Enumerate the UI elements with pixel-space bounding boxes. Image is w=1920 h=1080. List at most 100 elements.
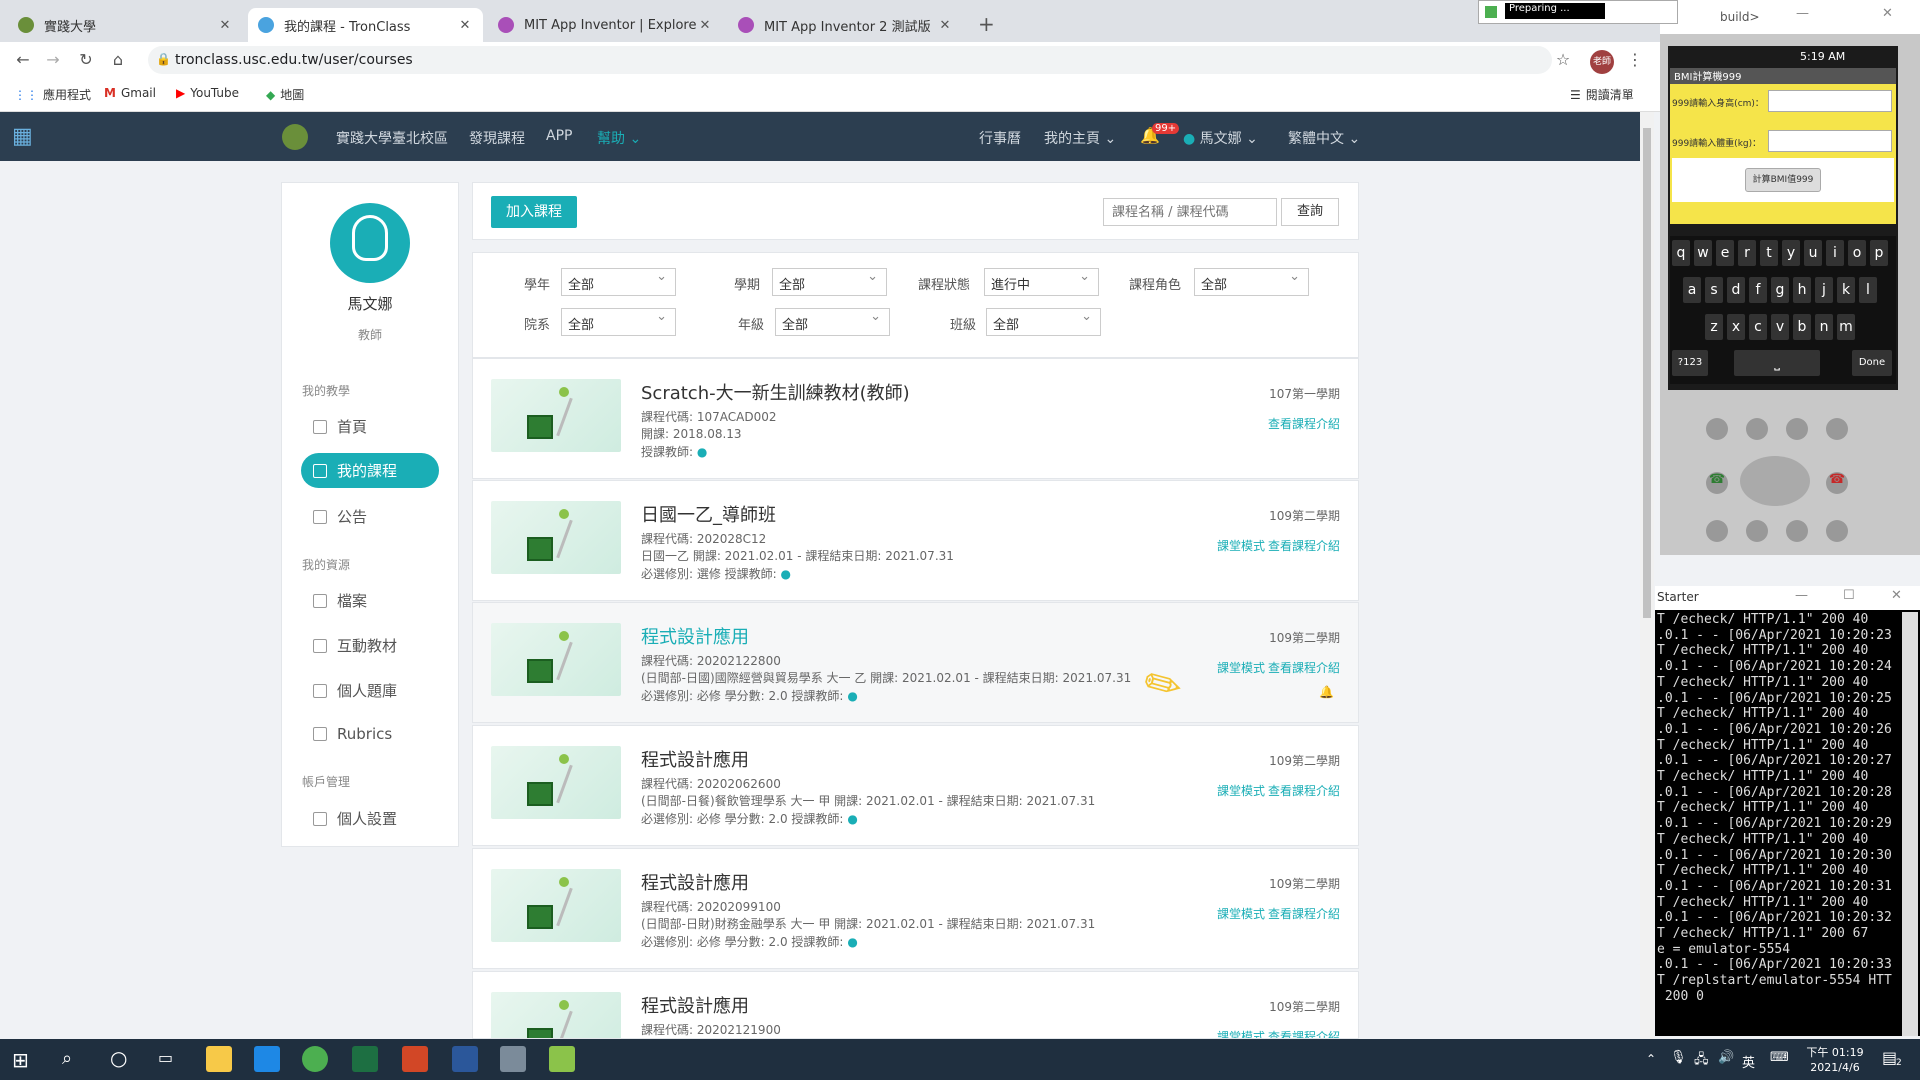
close-tab-icon[interactable]: ✕ bbox=[937, 18, 953, 33]
tray-chevron-icon[interactable]: ⌃ bbox=[1646, 1052, 1656, 1066]
key-a[interactable]: a bbox=[1683, 277, 1701, 303]
nav-user[interactable]: ● 馬文娜 ⌄ bbox=[1183, 128, 1258, 148]
power-icon[interactable] bbox=[1826, 418, 1848, 440]
volume-up-icon[interactable] bbox=[1786, 418, 1808, 440]
phone-search-icon[interactable] bbox=[1826, 520, 1848, 542]
browser-tab[interactable]: 實踐大學 ✕ bbox=[8, 8, 243, 42]
minimize-icon[interactable]: — bbox=[1795, 588, 1808, 603]
volume-icon[interactable]: 🔊 bbox=[1718, 1050, 1734, 1065]
key-t[interactable]: t bbox=[1760, 240, 1778, 266]
word-icon[interactable] bbox=[452, 1046, 478, 1072]
course-card[interactable]: Scratch-大一新生訓練教材(教師) 課程代碼: 107ACAD002 開課… bbox=[472, 358, 1359, 479]
calculate-bmi-button[interactable]: 計算BMI值999 bbox=[1745, 168, 1821, 192]
status-select[interactable]: 進行中 bbox=[984, 268, 1099, 296]
bookmark-youtube[interactable]: ▶ YouTube bbox=[176, 86, 239, 100]
course-intro-link[interactable]: 查看課程介紹 bbox=[1268, 415, 1340, 432]
course-card[interactable]: 日國一乙_導師班 課程代碼: 202028C12 日國一乙 開課: 2021.0… bbox=[472, 480, 1359, 601]
app-grid-icon[interactable]: ▦ bbox=[12, 124, 38, 150]
action-center-icon[interactable]: ▤ bbox=[1882, 1048, 1897, 1067]
clock-time[interactable]: 下午 01:19 bbox=[1802, 1044, 1868, 1060]
course-title[interactable]: 程式設計應用 bbox=[641, 869, 749, 895]
nav-my-home[interactable]: 我的主頁 ⌄ bbox=[1044, 128, 1116, 148]
browser-tab[interactable]: MIT App Inventor | Explore MIT ✕ bbox=[488, 8, 723, 42]
sidebar-item-question-bank[interactable]: 個人題庫 bbox=[313, 680, 397, 701]
teacher-avatar-icon[interactable]: ● bbox=[697, 445, 707, 459]
sidebar-item-rubrics[interactable]: Rubrics bbox=[313, 725, 392, 743]
key-x[interactable]: x bbox=[1727, 314, 1745, 340]
school-logo-icon[interactable] bbox=[282, 124, 308, 150]
key-f[interactable]: f bbox=[1749, 277, 1767, 303]
bell-icon[interactable]: 🔔 bbox=[1319, 685, 1334, 699]
sidebar-item-announcements[interactable]: 公告 bbox=[313, 506, 367, 527]
course-search-input[interactable] bbox=[1103, 198, 1277, 226]
course-title[interactable]: 程式設計應用 bbox=[641, 992, 749, 1018]
year-select[interactable]: 全部 bbox=[561, 268, 676, 296]
key-w[interactable]: w bbox=[1694, 240, 1712, 266]
sidebar-item-interactive[interactable]: 互動教材 bbox=[313, 635, 397, 656]
phone-menu-icon[interactable] bbox=[1746, 520, 1768, 542]
key-p[interactable]: p bbox=[1870, 240, 1888, 266]
course-card[interactable]: 程式設計應用 課程代碼: 20202062600 (日間部-日餐)餐飲管理學系 … bbox=[472, 725, 1359, 846]
key-o[interactable]: o bbox=[1848, 240, 1866, 266]
cortana-icon[interactable]: ○ bbox=[110, 1046, 127, 1070]
sidebar-item-files[interactable]: 檔案 bbox=[313, 590, 367, 611]
browser-tab[interactable]: MIT App Inventor 2 測試版 ✕ bbox=[728, 8, 963, 42]
teacher-avatar-icon[interactable]: ● bbox=[847, 689, 857, 703]
classroom-mode-link[interactable]: 課堂模式 bbox=[1217, 537, 1265, 554]
course-intro-link[interactable]: 查看課程介紹 bbox=[1268, 1028, 1340, 1038]
key-m[interactable]: m bbox=[1837, 314, 1855, 340]
close-tab-icon[interactable]: ✕ bbox=[217, 18, 233, 33]
page-scrollbar[interactable] bbox=[1640, 112, 1654, 1039]
search-icon[interactable]: ⌕ bbox=[62, 1048, 72, 1069]
windows-start-icon[interactable]: ⊞ bbox=[12, 1048, 29, 1072]
key-y[interactable]: y bbox=[1782, 240, 1800, 266]
key-numbers[interactable]: ?123 bbox=[1672, 350, 1708, 376]
classroom-mode-link[interactable]: 課堂模式 bbox=[1217, 905, 1265, 922]
reload-icon[interactable]: ↻ bbox=[75, 49, 97, 71]
key-space[interactable]: ⎵ bbox=[1734, 350, 1820, 376]
search-button[interactable]: 查詢 bbox=[1281, 198, 1339, 226]
sidebar-item-settings[interactable]: 個人設置 bbox=[313, 808, 397, 829]
course-title[interactable]: 程式設計應用 bbox=[641, 746, 749, 772]
classroom-mode-link[interactable]: 課堂模式 bbox=[1217, 1028, 1265, 1038]
key-i[interactable]: i bbox=[1826, 240, 1844, 266]
key-d[interactable]: d bbox=[1727, 277, 1745, 303]
key-n[interactable]: n bbox=[1815, 314, 1833, 340]
join-course-button[interactable]: 加入課程 bbox=[491, 196, 577, 228]
dpad-icon[interactable] bbox=[1740, 456, 1810, 506]
nav-help[interactable]: 幫助 ⌄ bbox=[597, 128, 641, 148]
key-b[interactable]: b bbox=[1793, 314, 1811, 340]
key-s[interactable]: s bbox=[1705, 277, 1723, 303]
bookmark-gmail[interactable]: M Gmail bbox=[104, 86, 156, 100]
nav-language[interactable]: 繁體中文 ⌄ bbox=[1288, 128, 1360, 148]
browser-tab-active[interactable]: 我的課程 - TronClass ✕ bbox=[248, 8, 483, 42]
course-title[interactable]: Scratch-大一新生訓練教材(教師) bbox=[641, 379, 910, 405]
class-select[interactable]: 全部 bbox=[986, 308, 1101, 336]
volume-down-icon[interactable] bbox=[1746, 418, 1768, 440]
excel-icon[interactable] bbox=[352, 1046, 378, 1072]
ime-indicator[interactable]: 英 bbox=[1742, 1052, 1755, 1071]
address-text[interactable]: tronclass.usc.edu.tw/user/courses bbox=[175, 52, 413, 68]
keyboard-icon[interactable]: ⌨ bbox=[1770, 1050, 1789, 1065]
console-scrollbar[interactable] bbox=[1902, 612, 1918, 1036]
android-icon[interactable] bbox=[549, 1046, 575, 1072]
reading-list[interactable]: ☰ 閱讀清單 bbox=[1570, 86, 1634, 103]
key-z[interactable]: z bbox=[1705, 314, 1723, 340]
key-u[interactable]: u bbox=[1804, 240, 1822, 266]
file-explorer-icon[interactable] bbox=[206, 1046, 232, 1072]
dept-select[interactable]: 全部 bbox=[561, 308, 676, 336]
mic-icon[interactable]: 🎙 bbox=[1670, 1050, 1687, 1065]
key-q[interactable]: q bbox=[1672, 240, 1690, 266]
bookmark-star-icon[interactable]: ☆ bbox=[1552, 49, 1574, 71]
home-icon[interactable]: ⌂ bbox=[107, 49, 129, 71]
clock-date[interactable]: 2021/4/6 bbox=[1802, 1061, 1868, 1074]
new-tab-icon[interactable]: + bbox=[978, 12, 995, 36]
key-k[interactable]: k bbox=[1837, 277, 1855, 303]
chrome-icon[interactable] bbox=[302, 1046, 328, 1072]
classroom-mode-link[interactable]: 課堂模式 bbox=[1217, 659, 1265, 676]
course-intro-link[interactable]: 查看課程介紹 bbox=[1268, 782, 1340, 799]
key-v[interactable]: v bbox=[1771, 314, 1789, 340]
key-c[interactable]: c bbox=[1749, 314, 1767, 340]
nav-app[interactable]: APP bbox=[546, 128, 572, 144]
minimize-icon[interactable]: — bbox=[1796, 6, 1809, 21]
